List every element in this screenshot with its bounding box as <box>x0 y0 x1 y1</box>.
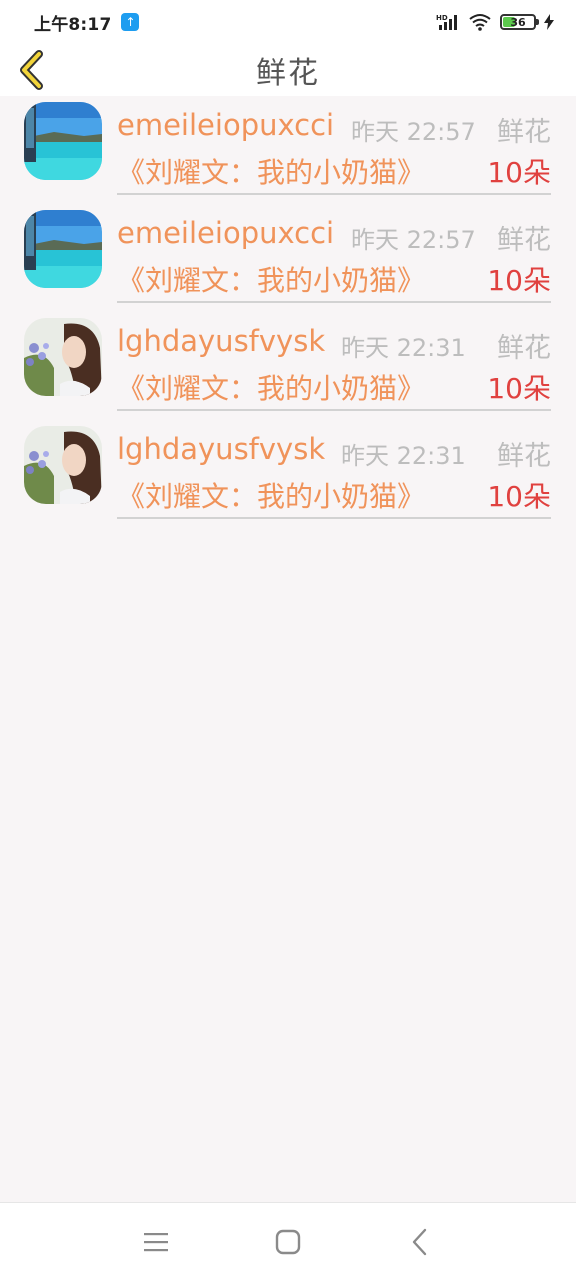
list-item-content: lghdayusfvysk 昨天 22:31 鲜花 《刘耀文：我的小奶猫》 10… <box>117 312 551 411</box>
home-button[interactable] <box>268 1222 308 1262</box>
page-title: 鲜花 <box>256 56 320 91</box>
avatar <box>24 210 102 288</box>
recent-apps-button[interactable] <box>136 1222 176 1262</box>
gift-record-list: emeileiopuxcci 昨天 22:57 鲜花 《刘耀文：我的小奶猫》 1… <box>0 96 576 528</box>
gift-type: 鲜花 <box>497 117 551 148</box>
list-item[interactable]: emeileiopuxcci 昨天 22:57 鲜花 《刘耀文：我的小奶猫》 1… <box>0 96 576 204</box>
list-item-content: emeileiopuxcci 昨天 22:57 鲜花 《刘耀文：我的小奶猫》 1… <box>117 96 551 195</box>
status-bar: 上午8:17 ↑ HD 36 <box>0 0 576 44</box>
avatar <box>24 102 102 180</box>
hd-signal-icon: HD <box>436 14 457 30</box>
book-title: 《刘耀文：我的小奶猫》 <box>117 480 426 513</box>
seaside-pool-avatar <box>24 102 102 180</box>
charging-icon <box>544 14 554 30</box>
gift-type: 鲜花 <box>497 333 551 364</box>
menu-icon <box>144 1232 168 1251</box>
system-back-button[interactable] <box>400 1222 440 1262</box>
book-title: 《刘耀文：我的小奶猫》 <box>117 372 426 405</box>
gift-count: 10朵 <box>487 264 551 297</box>
book-title: 《刘耀文：我的小奶猫》 <box>117 264 426 297</box>
list-item[interactable]: lghdayusfvysk 昨天 22:31 鲜花 《刘耀文：我的小奶猫》 10… <box>0 420 576 528</box>
home-square-icon <box>275 1229 301 1254</box>
seaside-pool-avatar <box>24 210 102 288</box>
avatar <box>24 318 102 396</box>
back-button[interactable] <box>10 48 54 92</box>
upload-icon: ↑ <box>121 13 140 31</box>
list-item-content: emeileiopuxcci 昨天 22:57 鲜花 《刘耀文：我的小奶猫》 1… <box>117 204 551 303</box>
username: emeileiopuxcci <box>117 216 335 250</box>
back-arrow-icon <box>412 1228 427 1255</box>
gift-count: 10朵 <box>487 480 551 513</box>
list-item[interactable]: emeileiopuxcci 昨天 22:57 鲜花 《刘耀文：我的小奶猫》 1… <box>0 204 576 312</box>
battery-icon: 36 <box>500 14 539 30</box>
chevron-left-icon <box>20 50 43 90</box>
svg-text:HD: HD <box>436 14 448 22</box>
status-icons: HD 36 <box>436 13 554 31</box>
battery-level: 36 <box>510 15 526 29</box>
wifi-icon <box>469 14 491 31</box>
app-header: 鲜花 <box>0 44 576 96</box>
girl-with-flowers-avatar <box>24 426 102 504</box>
username: emeileiopuxcci <box>117 108 335 142</box>
girl-with-flowers-avatar <box>24 318 102 396</box>
status-time: 上午8:17 <box>34 14 112 35</box>
timestamp: 昨天 22:57 <box>351 118 476 146</box>
timestamp: 昨天 22:57 <box>351 226 476 254</box>
gift-type: 鲜花 <box>497 225 551 256</box>
gift-count: 10朵 <box>487 156 551 189</box>
list-item-content: lghdayusfvysk 昨天 22:31 鲜花 《刘耀文：我的小奶猫》 10… <box>117 420 551 519</box>
avatar <box>24 426 102 504</box>
timestamp: 昨天 22:31 <box>341 442 466 470</box>
gift-type: 鲜花 <box>497 441 551 472</box>
system-nav-bar <box>0 1202 576 1280</box>
username: lghdayusfvysk <box>117 432 326 466</box>
gift-count: 10朵 <box>487 372 551 405</box>
username: lghdayusfvysk <box>117 324 326 358</box>
timestamp: 昨天 22:31 <box>341 334 466 362</box>
list-item[interactable]: lghdayusfvysk 昨天 22:31 鲜花 《刘耀文：我的小奶猫》 10… <box>0 312 576 420</box>
book-title: 《刘耀文：我的小奶猫》 <box>117 156 426 189</box>
